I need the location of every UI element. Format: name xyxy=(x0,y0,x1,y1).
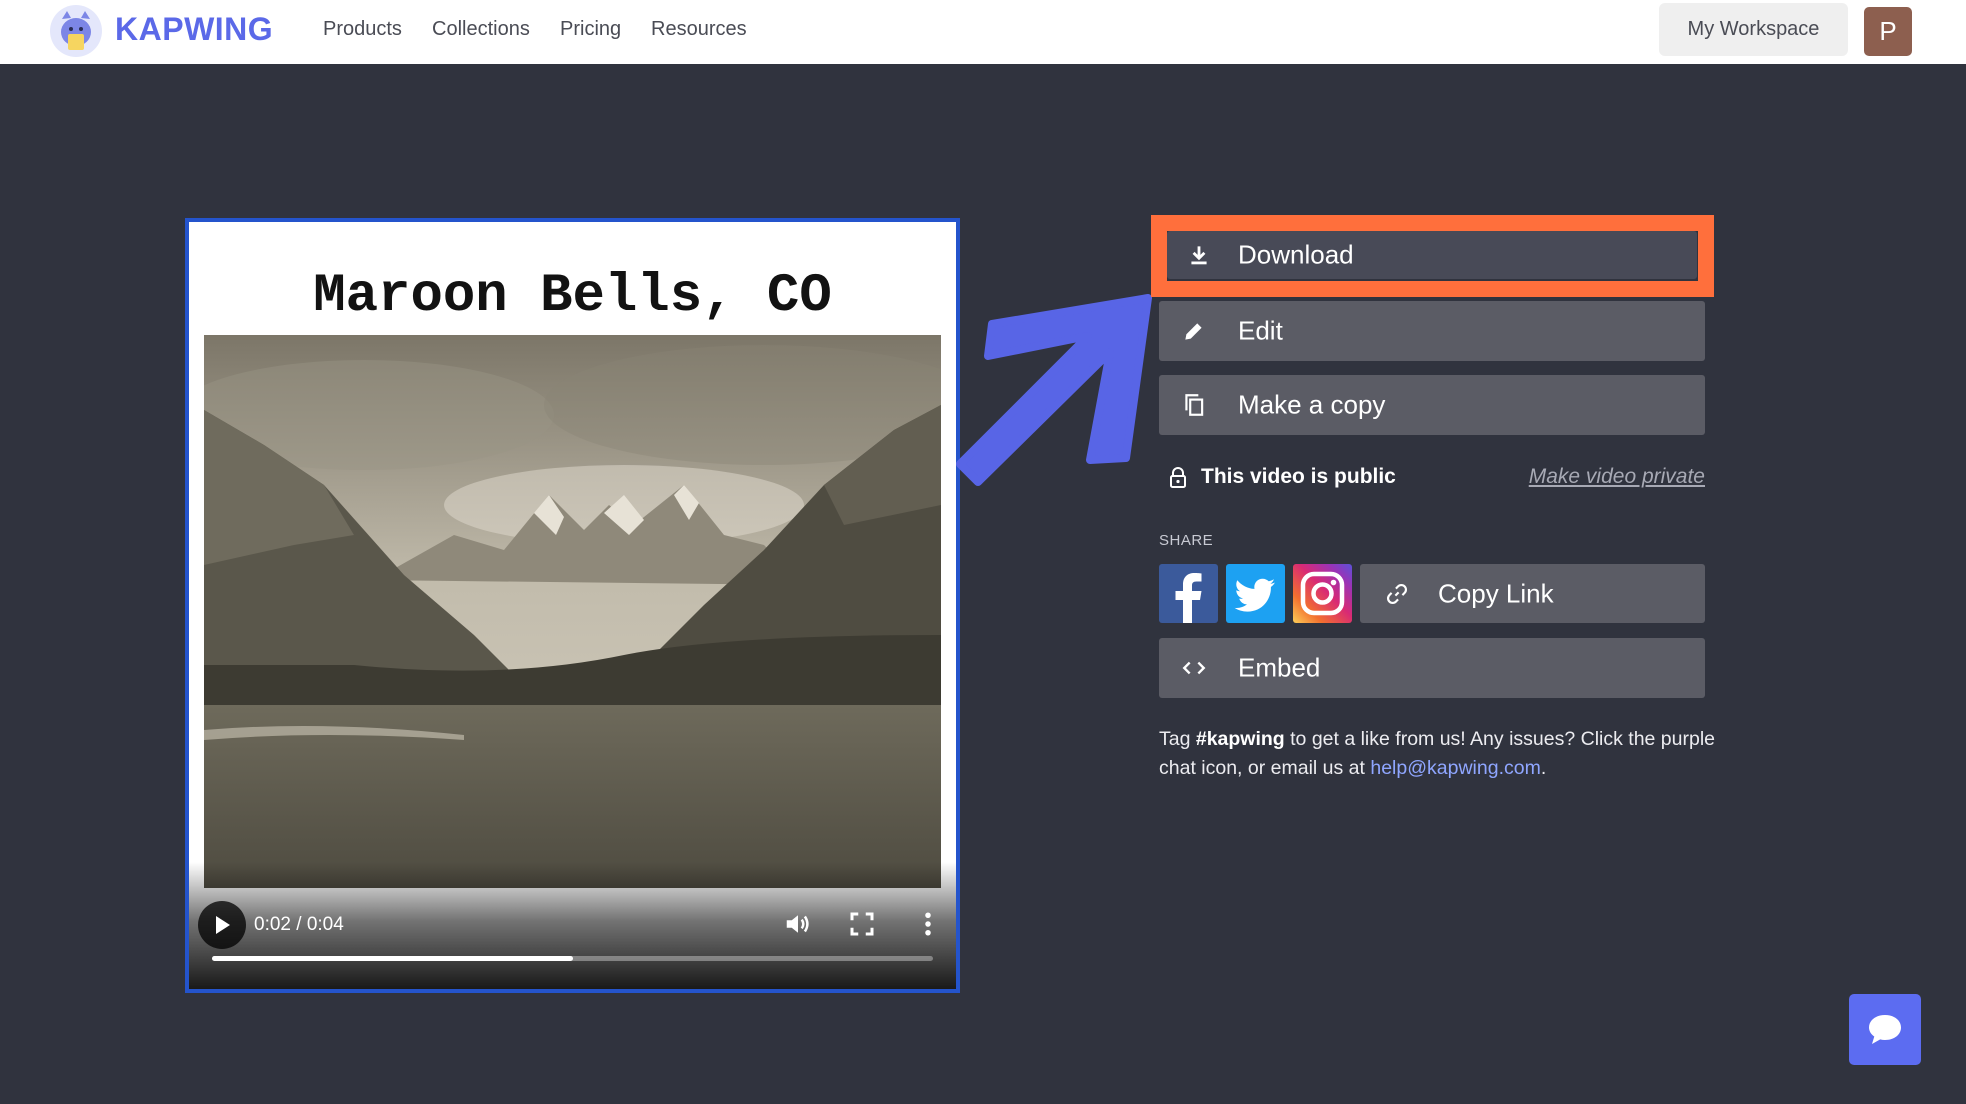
facebook-share-button[interactable] xyxy=(1159,564,1218,623)
pencil-icon xyxy=(1185,323,1202,340)
my-workspace-button[interactable]: My Workspace xyxy=(1659,3,1848,56)
edit-button[interactable]: Edit xyxy=(1159,301,1705,361)
volume-icon[interactable] xyxy=(783,909,813,939)
embed-button[interactable]: Embed xyxy=(1159,638,1705,698)
video-time-readout: 0:02 / 0:04 xyxy=(254,914,344,935)
help-text: Tag #kapwing to get a like from us! Any … xyxy=(1159,725,1719,783)
privacy-status-row: This video is public Make video private xyxy=(1159,463,1705,493)
code-icon xyxy=(1182,661,1206,675)
download-button[interactable]: Download xyxy=(1167,231,1697,279)
download-button-label: Download xyxy=(1238,239,1354,270)
facebook-icon xyxy=(1175,573,1202,623)
play-icon xyxy=(216,916,230,934)
copy-icon xyxy=(1185,394,1204,416)
chat-button[interactable] xyxy=(1849,994,1921,1065)
instagram-icon xyxy=(1300,571,1345,616)
annotation-arrow-icon xyxy=(956,294,1152,486)
copy-link-button[interactable]: Copy Link xyxy=(1360,564,1705,623)
nav-products[interactable]: Products xyxy=(323,18,402,41)
play-button[interactable] xyxy=(198,901,246,949)
video-frame-image xyxy=(204,335,941,888)
instagram-share-button[interactable] xyxy=(1293,564,1352,623)
lock-icon xyxy=(1170,467,1186,488)
fullscreen-icon[interactable] xyxy=(847,909,877,939)
help-email-link[interactable]: help@kapwing.com xyxy=(1370,757,1540,779)
help-text-prefix: Tag xyxy=(1159,728,1196,750)
edit-button-label: Edit xyxy=(1238,315,1283,346)
twitter-share-button[interactable] xyxy=(1226,564,1285,623)
video-player[interactable]: Maroon Bells, CO 0:02 / 0:04 xyxy=(185,218,960,993)
kapwing-hashtag: #kapwing xyxy=(1195,728,1285,750)
embed-button-label: Embed xyxy=(1238,652,1321,683)
download-icon xyxy=(1191,246,1207,265)
make-a-copy-button[interactable]: Make a copy xyxy=(1159,375,1705,435)
twitter-icon xyxy=(1234,578,1275,612)
avatar[interactable]: P xyxy=(1864,7,1912,56)
nav-collections[interactable]: Collections xyxy=(432,18,530,41)
top-navigation-bar: KAPWING Products Collections Pricing Res… xyxy=(0,0,1966,64)
video-seek-bar[interactable] xyxy=(212,956,933,961)
make-video-private-link[interactable]: Make video private xyxy=(1529,465,1705,489)
help-text-suffix: . xyxy=(1540,757,1547,779)
more-options-icon[interactable] xyxy=(913,909,943,939)
make-a-copy-button-label: Make a copy xyxy=(1238,389,1386,420)
copy-link-button-label: Copy Link xyxy=(1438,578,1554,608)
kapwing-logo-icon[interactable] xyxy=(50,5,102,57)
privacy-status-text: This video is public xyxy=(1201,465,1396,488)
share-section-label: SHARE xyxy=(1159,532,1214,549)
nav-resources[interactable]: Resources xyxy=(651,18,747,41)
chat-icon xyxy=(1869,1014,1901,1044)
brand-name[interactable]: KAPWING xyxy=(115,11,273,48)
link-icon xyxy=(1387,583,1407,604)
video-title-text: Maroon Bells, CO xyxy=(313,266,832,327)
video-seek-progress xyxy=(212,956,573,961)
nav-pricing[interactable]: Pricing xyxy=(560,18,621,41)
